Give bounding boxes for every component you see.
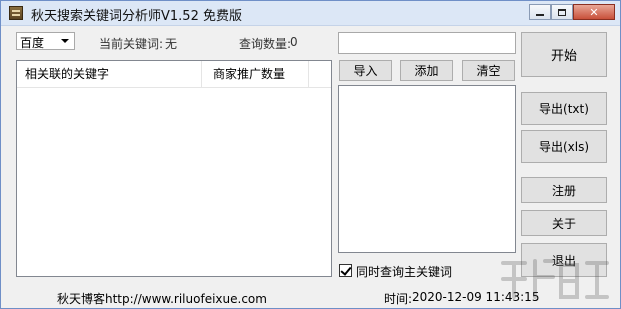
clear-button[interactable]: 清空 — [462, 60, 515, 81]
minimize-button[interactable] — [529, 4, 551, 20]
query-count-value: 0 — [290, 35, 298, 49]
maximize-icon — [558, 8, 566, 16]
current-keyword-caption: 当前关键词: — [99, 37, 164, 51]
checkbox-checked-icon[interactable] — [339, 264, 352, 277]
dropdown-arrow-icon[interactable] — [58, 34, 72, 48]
time-caption: 时间: — [384, 292, 413, 306]
also-query-main-keyword-label: 同时查询主关键词 — [356, 265, 453, 279]
maximize-button[interactable] — [551, 4, 573, 20]
import-button[interactable]: 导入 — [339, 60, 392, 81]
close-icon: ✕ — [589, 5, 599, 19]
keyword-list[interactable] — [338, 85, 516, 253]
search-engine-select[interactable]: 百度 — [16, 32, 75, 50]
app-icon — [9, 6, 23, 20]
blog-link[interactable]: 秋天博客http://www.riluofeixue.com — [57, 290, 267, 307]
current-keyword-value: 无 — [165, 37, 178, 51]
column-header-ad-count[interactable]: 商家推广数量 — [202, 61, 309, 87]
start-button[interactable]: 开始 — [521, 32, 607, 77]
export-xls-button[interactable]: 导出(xls) — [521, 130, 607, 163]
search-engine-value: 百度 — [20, 36, 45, 50]
about-button[interactable]: 关于 — [521, 210, 607, 236]
export-txt-button[interactable]: 导出(txt) — [521, 92, 607, 125]
close-button[interactable]: ✕ — [573, 4, 615, 20]
column-header-related-keyword[interactable]: 相关联的关键字 — [17, 61, 202, 87]
minimize-icon — [536, 14, 544, 16]
add-button[interactable]: 添加 — [400, 60, 453, 81]
title-bar[interactable]: 秋天搜索关键词分析师V1.52 免费版 ✕ — [1, 1, 620, 26]
time-value: 2020-12-09 11:43:15 — [412, 290, 540, 304]
keyword-input[interactable] — [338, 32, 516, 54]
register-button[interactable]: 注册 — [521, 177, 607, 203]
table-header: 相关联的关键字 商家推广数量 — [17, 61, 331, 88]
exit-button[interactable]: 退出 — [521, 243, 607, 277]
window-title: 秋天搜索关键词分析师V1.52 免费版 — [31, 9, 242, 24]
results-table[interactable]: 相关联的关键字 商家推广数量 — [16, 60, 332, 277]
main-window: 秋天搜索关键词分析师V1.52 免费版 ✕ 百度 当前关键词: 无 查询数量: … — [0, 0, 621, 309]
query-count-caption: 查询数量: — [239, 37, 292, 51]
